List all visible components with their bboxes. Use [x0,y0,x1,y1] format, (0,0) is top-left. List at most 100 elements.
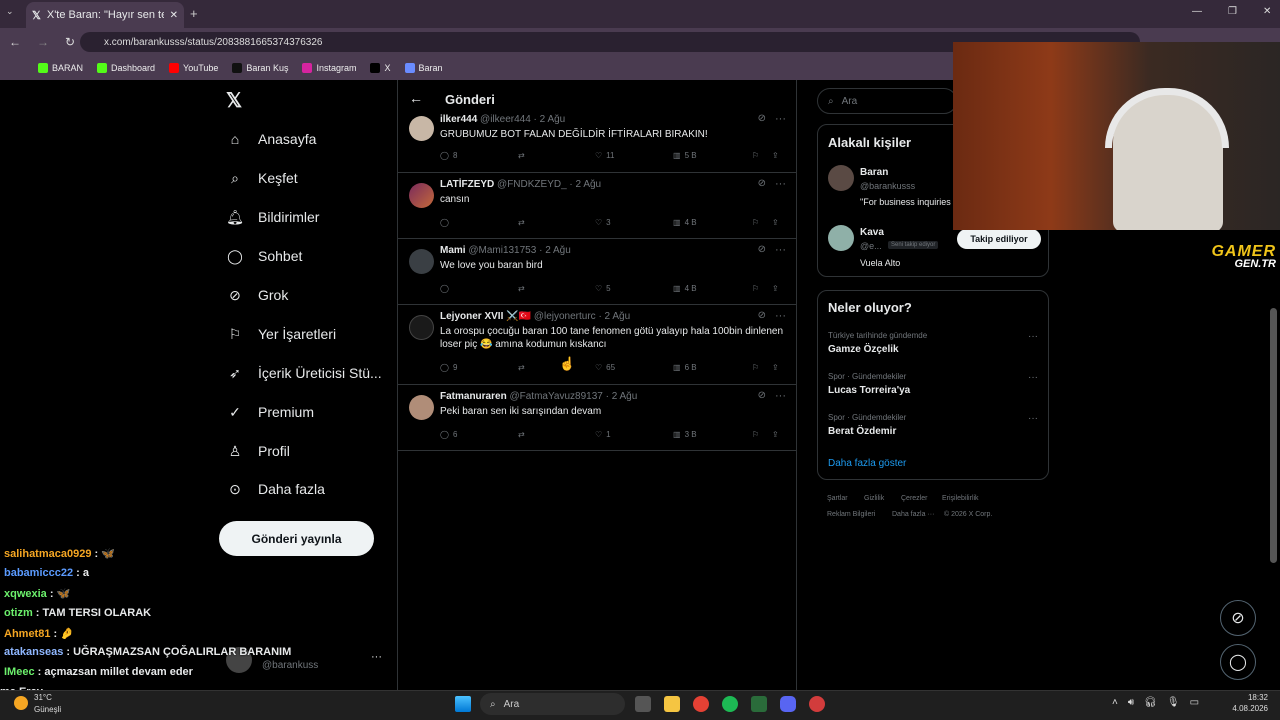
speaker-icon[interactable]: 🔊︎ [1128,697,1134,708]
views-button[interactable]: ▥ 3 B [673,430,697,439]
like-button[interactable]: ♡ 65 [595,363,615,372]
trend-name[interactable]: Lucas Torreira'ya [828,385,910,396]
reply-tweet[interactable]: Fatmanuraren @FatmaYavuz89137 · 2 Ağu ⊘ ·… [398,385,796,451]
reply-tweet[interactable]: ilker444 @ilkeer444 · 2 Ağu ⊘ ··· GRUBUMU… [398,108,796,173]
reply-button[interactable]: ◯ 9 [440,363,457,372]
grok-icon[interactable]: ⊘ [758,390,766,401]
avatar[interactable] [409,315,434,340]
post-button[interactable]: Gönderi yayınla [219,521,374,556]
footer-link[interactable]: Çerezler [901,495,927,502]
messages-float-button[interactable]: ◯ [1220,644,1256,680]
views-button[interactable]: ▥ 4 B [673,218,697,227]
share-button[interactable]: ⇪ [772,284,779,293]
retweet-button[interactable]: ⇄ [518,430,525,439]
avatar[interactable] [828,225,854,251]
reply-button[interactable]: ◯ 6 [440,430,457,439]
reply-button[interactable]: ◯ 8 [440,151,457,160]
discord-icon[interactable] [780,696,796,712]
author-handle[interactable]: @Mami131753 · 2 Ağu [468,245,570,256]
like-button[interactable]: ♡ 3 [595,218,611,227]
bookmark-baran-kus[interactable]: Baran Kuş [232,63,288,73]
windows-start-icon[interactable] [455,696,471,712]
nav-bookmarks[interactable]: ⚐ Yer İşaretleri [226,325,336,343]
tab-list-button[interactable]: ⌄ [6,6,20,20]
person-handle[interactable]: @e... [860,241,882,251]
views-button[interactable]: ▥ 6 B [673,363,697,372]
more-icon[interactable]: ··· [1028,372,1038,383]
trend-name[interactable]: Berat Özdemir [828,426,896,437]
author-handle[interactable]: @lejyonerturc · 2 Ağu [534,311,630,322]
nav-home[interactable]: ⌂ Anasayfa [226,130,317,148]
footer-link[interactable]: Reklam Bilgileri [827,511,875,518]
avatar[interactable] [828,165,854,191]
nav-chat[interactable]: ◯ Sohbet [226,247,302,265]
bookmark-instagram[interactable]: Instagram [302,63,356,73]
bookmark-baran[interactable]: BARAN [38,63,83,73]
weather-widget[interactable]: 31°C Güneşli [14,693,84,717]
more-icon[interactable]: ··· [775,244,786,256]
headset-icon[interactable]: 🎧︎ [1144,697,1157,708]
back-icon[interactable]: ← [9,35,21,49]
bookmark-button[interactable]: ⚐ [752,430,759,439]
task-view-icon[interactable] [635,696,651,712]
person-name[interactable]: Kava [860,227,884,238]
more-icon[interactable]: ··· [775,178,786,190]
person-name[interactable]: Baran [860,167,888,178]
bookmark-dashboard[interactable]: Dashboard [97,63,155,73]
author-handle[interactable]: @FatmaYavuz89137 · 2 Ağu [509,391,637,402]
chevron-up-icon[interactable]: ˄ [1112,697,1118,708]
mic-icon[interactable]: 🎙︎ [1167,697,1180,708]
footer-link[interactable]: Gizlilik [864,495,884,502]
monitor-icon[interactable]: ▭ [1190,697,1199,708]
share-button[interactable]: ⇪ [772,430,779,439]
forward-icon[interactable]: → [37,35,49,49]
author-handle[interactable]: @FNDKZEYD_ · 2 Ağu [497,179,601,190]
close-window-icon[interactable]: ✕ [1263,6,1271,17]
bookmark-youtube[interactable]: YouTube [169,63,218,73]
author-name[interactable]: ilker444 [440,114,477,125]
author-handle[interactable]: @ilkeer444 · 2 Ağu [480,114,565,125]
reply-tweet[interactable]: Lejyoner XVII ⚔️🇹🇷 @lejyonerturc · 2 Ağu… [398,305,796,385]
views-button[interactable]: ▥ 5 B [673,151,697,160]
more-icon[interactable]: ··· [1028,413,1038,424]
nav-premium[interactable]: ✓ Premium [226,403,314,421]
clock[interactable]: 18:32 4.08.2026 [1228,692,1268,714]
nav-profile[interactable]: ♙ Profil [226,442,290,460]
close-tab-icon[interactable]: ✕ [170,10,178,21]
views-button[interactable]: ▥ 4 B [673,284,697,293]
grok-float-button[interactable]: ⊘ [1220,600,1256,636]
retweet-button[interactable]: ⇄ [518,151,525,160]
more-icon[interactable]: ··· [1028,331,1038,342]
reply-button[interactable]: ◯ [440,218,453,227]
bookmark-x[interactable]: X [370,63,391,73]
avatar[interactable] [409,249,434,274]
grok-icon[interactable]: ⊘ [758,178,766,189]
search-box[interactable]: ⌕ Ara [817,88,957,114]
bookmark-button[interactable]: ⚐ [752,151,759,160]
bookmark-button[interactable]: ⚐ [752,363,759,372]
reload-icon[interactable]: ↻ [65,35,75,49]
footer-link[interactable]: Erişilebilirlik [942,495,979,502]
like-button[interactable]: ♡ 5 [595,284,611,293]
footer-link[interactable]: Şartlar [827,495,848,502]
avatar[interactable] [409,116,434,141]
nav-notifications[interactable]: 🔔︎ Bildirimler [226,208,319,226]
retweet-button[interactable]: ⇄ [518,284,525,293]
nav-grok[interactable]: ⊘ Grok [226,286,288,304]
chrome-icon[interactable] [693,696,709,712]
browser-tab[interactable]: 𝕏 X'te Baran: "Hayır sen tek başına ✕ [26,2,184,28]
share-button[interactable]: ⇪ [772,363,779,372]
nav-explore[interactable]: ⌕ Keşfet [226,169,298,187]
app-icon[interactable] [809,696,825,712]
reply-button[interactable]: ◯ [440,284,453,293]
new-tab-button[interactable]: + [190,6,198,21]
file-explorer-icon[interactable] [664,696,680,712]
page-scrollbar[interactable] [1270,308,1277,563]
taskbar-search[interactable]: ⌕ Ara [480,693,625,715]
more-icon[interactable]: ··· [775,310,786,322]
nav-more[interactable]: ⊙ Daha fazla [226,480,325,498]
grok-icon[interactable]: ⊘ [758,310,766,321]
x-logo[interactable]: 𝕏 [226,88,242,113]
footer-link[interactable]: Daha fazla ··· [892,511,934,518]
reply-tweet[interactable]: Mami @Mami131753 · 2 Ağu ⊘ ··· We love yo… [398,239,796,305]
